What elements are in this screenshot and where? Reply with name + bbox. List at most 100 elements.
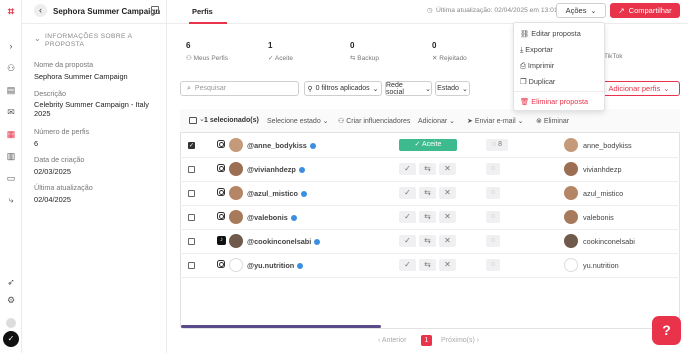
share-button[interactable]: ↗ Compartilhar (610, 3, 680, 18)
accept-icon[interactable]: ✓ (399, 211, 416, 223)
search-input[interactable]: ⌕ Pesquisar (180, 81, 299, 96)
chevron-right-icon[interactable]: › (5, 40, 17, 52)
field-value: 02/04/2025 (34, 195, 71, 204)
accept-icon[interactable]: ✓ (399, 235, 416, 247)
comments-button[interactable]: ◌ 8 (486, 139, 508, 151)
brand-avatar[interactable]: ✓ (3, 331, 19, 347)
row-checkbox[interactable] (188, 190, 195, 197)
table-row[interactable]: ♪ @cookinconelsabi ✓ ⇆ ✕ ◌ cookinconelsa… (180, 230, 680, 254)
contacts-icon[interactable]: ▤ (5, 84, 17, 96)
reject-icon[interactable]: ✕ (439, 211, 456, 223)
profile-handle[interactable]: @cookinconelsabi (247, 237, 321, 246)
add-profiles-button[interactable]: Adicionar perfis ⌄ (598, 81, 680, 96)
avatar (229, 186, 243, 200)
swap-icon[interactable]: ⇆ (419, 259, 436, 271)
menu-item-export[interactable]: ⤓ Exportar (520, 45, 553, 55)
wallet-icon[interactable]: ▭ (5, 172, 17, 184)
send-email-button[interactable]: ➤ Enviar e-mail ⌄ (467, 117, 523, 125)
stat-label: Meus Perfis (193, 55, 228, 62)
table-row[interactable]: @yu.nutrition ✓ ⇆ ✕ ◌ yu.nutrition (180, 254, 680, 278)
profile-handle[interactable]: @anne_bodykiss (247, 141, 316, 150)
swap-icon[interactable]: ⇆ (419, 187, 436, 199)
filters-button[interactable]: ⚲ 0 filtros aplicados ⌄ (304, 81, 382, 96)
accept-icon[interactable]: ✓ (399, 187, 416, 199)
comments-button[interactable]: ◌ (486, 163, 500, 175)
chart-icon[interactable]: ▥ (5, 150, 17, 162)
swap-icon[interactable]: ⇆ (419, 163, 436, 175)
horizontal-scrollbar[interactable] (181, 325, 381, 328)
table-row[interactable]: @valebonis ✓ ⇆ ✕ ◌ valebonis (180, 206, 680, 230)
network-dropdown[interactable]: Rede social ⌄ (385, 81, 432, 96)
panel-toggle-icon[interactable] (151, 6, 159, 14)
profile-handle[interactable]: @vivianhdezp (247, 165, 305, 174)
row-checkbox[interactable]: ✓ (188, 142, 195, 149)
accept-icon[interactable]: ✓ (399, 163, 416, 175)
handle-text: @cookinconelsabi (247, 237, 312, 246)
stat-value: 0 (350, 41, 355, 50)
profile-handle[interactable]: @azul_mistico (247, 189, 307, 198)
user-avatar-small[interactable] (6, 318, 16, 328)
swap-icon[interactable]: ⇆ (419, 211, 436, 223)
table-row[interactable]: ✓ @anne_bodykiss ✓ Aceite ◌ 8 anne_bodyk… (180, 134, 680, 158)
avatar (229, 138, 243, 152)
select-status-dropdown[interactable]: Selecione estado ⌄ (267, 117, 329, 125)
flow-icon[interactable]: ⤷ (5, 194, 17, 206)
reject-icon[interactable]: ✕ (439, 187, 456, 199)
comments-button[interactable]: ◌ (486, 211, 500, 223)
search-placeholder: Pesquisar (194, 85, 227, 92)
calendar-icon[interactable]: ▦ (5, 128, 17, 140)
table-row[interactable]: @azul_mistico ✓ ⇆ ✕ ◌ azul_mistico (180, 182, 680, 206)
comments-button[interactable]: ◌ (486, 235, 500, 247)
page-button[interactable]: 1 (421, 335, 432, 346)
field-value: 6 (34, 139, 39, 148)
stat-backup: 0 ⇆ Backup (350, 41, 379, 62)
row-checkbox[interactable] (188, 262, 195, 269)
swap-icon[interactable]: ⇆ (419, 235, 436, 247)
profile-name: anne_bodykiss (583, 141, 632, 150)
reject-icon[interactable]: ✕ (439, 163, 456, 175)
create-influencers-button[interactable]: ⚇ Criar influenciadores (338, 117, 410, 125)
add-dropdown[interactable]: Adicionar ⌄ (418, 117, 455, 125)
accepted-label: Aceite (421, 141, 442, 148)
logo-icon[interactable]: ⌗ (5, 6, 17, 18)
actions-button[interactable]: Ações ⌄ (556, 3, 606, 18)
prev-page-button[interactable]: ‹ Anterior (378, 337, 406, 344)
row-checkbox[interactable] (188, 238, 195, 245)
profile-handle[interactable]: @yu.nutrition (247, 261, 304, 270)
send-email-label: Enviar e-mail (474, 118, 516, 125)
table-row[interactable]: @vivianhdezp ✓ ⇆ ✕ ◌ vivianhdezp (180, 158, 680, 182)
mail-icon[interactable]: ✉ (5, 106, 17, 118)
menu-item-duplicate[interactable]: ❐ Duplicar (520, 77, 555, 86)
comments-button[interactable]: ◌ (486, 187, 500, 199)
status-dropdown[interactable]: Estado ⌄ (435, 81, 470, 96)
users-icon[interactable]: ⚇ (5, 62, 17, 74)
reject-icon[interactable]: ✕ (439, 259, 456, 271)
delete-button[interactable]: ⊗ Eliminar (536, 117, 569, 125)
instagram-icon (217, 188, 225, 196)
comments-button[interactable]: ◌ (486, 259, 500, 271)
menu-item-edit[interactable]: ⛓ Editar proposta (520, 29, 581, 38)
field-label: Nome da proposta (34, 60, 94, 69)
tab-perfis[interactable]: Perfis (192, 7, 213, 16)
accepted-badge[interactable]: ✓ Aceite (399, 139, 457, 151)
settings-icon[interactable]: ⚙ (5, 294, 17, 306)
instagram-icon (217, 212, 225, 220)
row-checkbox[interactable] (188, 166, 195, 173)
chevron-down-icon[interactable]: ⌄ (34, 34, 41, 43)
selected-count: 1 selecionado(s) (204, 117, 259, 124)
profile-handle[interactable]: @valebonis (247, 213, 297, 222)
reject-icon[interactable]: ✕ (439, 235, 456, 247)
users-icon: ⚇ (186, 55, 194, 62)
row-checkbox[interactable] (188, 214, 195, 221)
rocket-icon[interactable]: ➶ (5, 276, 17, 288)
next-page-button[interactable]: Próximo(s) › (441, 337, 479, 344)
menu-item-print[interactable]: ⎙ Imprimir (520, 61, 554, 71)
actions-menu: ⛓ Editar proposta ⤓ Exportar ⎙ Imprimir … (513, 22, 605, 111)
accept-icon[interactable]: ✓ (399, 259, 416, 271)
bulk-select-checkbox[interactable] (189, 117, 197, 124)
help-chat-button[interactable]: ? (652, 316, 681, 345)
back-button[interactable]: ‹ (34, 4, 47, 17)
handle-text: @azul_mistico (247, 189, 298, 198)
menu-item-delete[interactable]: 🗑 Eliminar proposta (520, 97, 588, 106)
stat-my-profiles: 6 ⚇ Meus Perfis (186, 41, 228, 62)
